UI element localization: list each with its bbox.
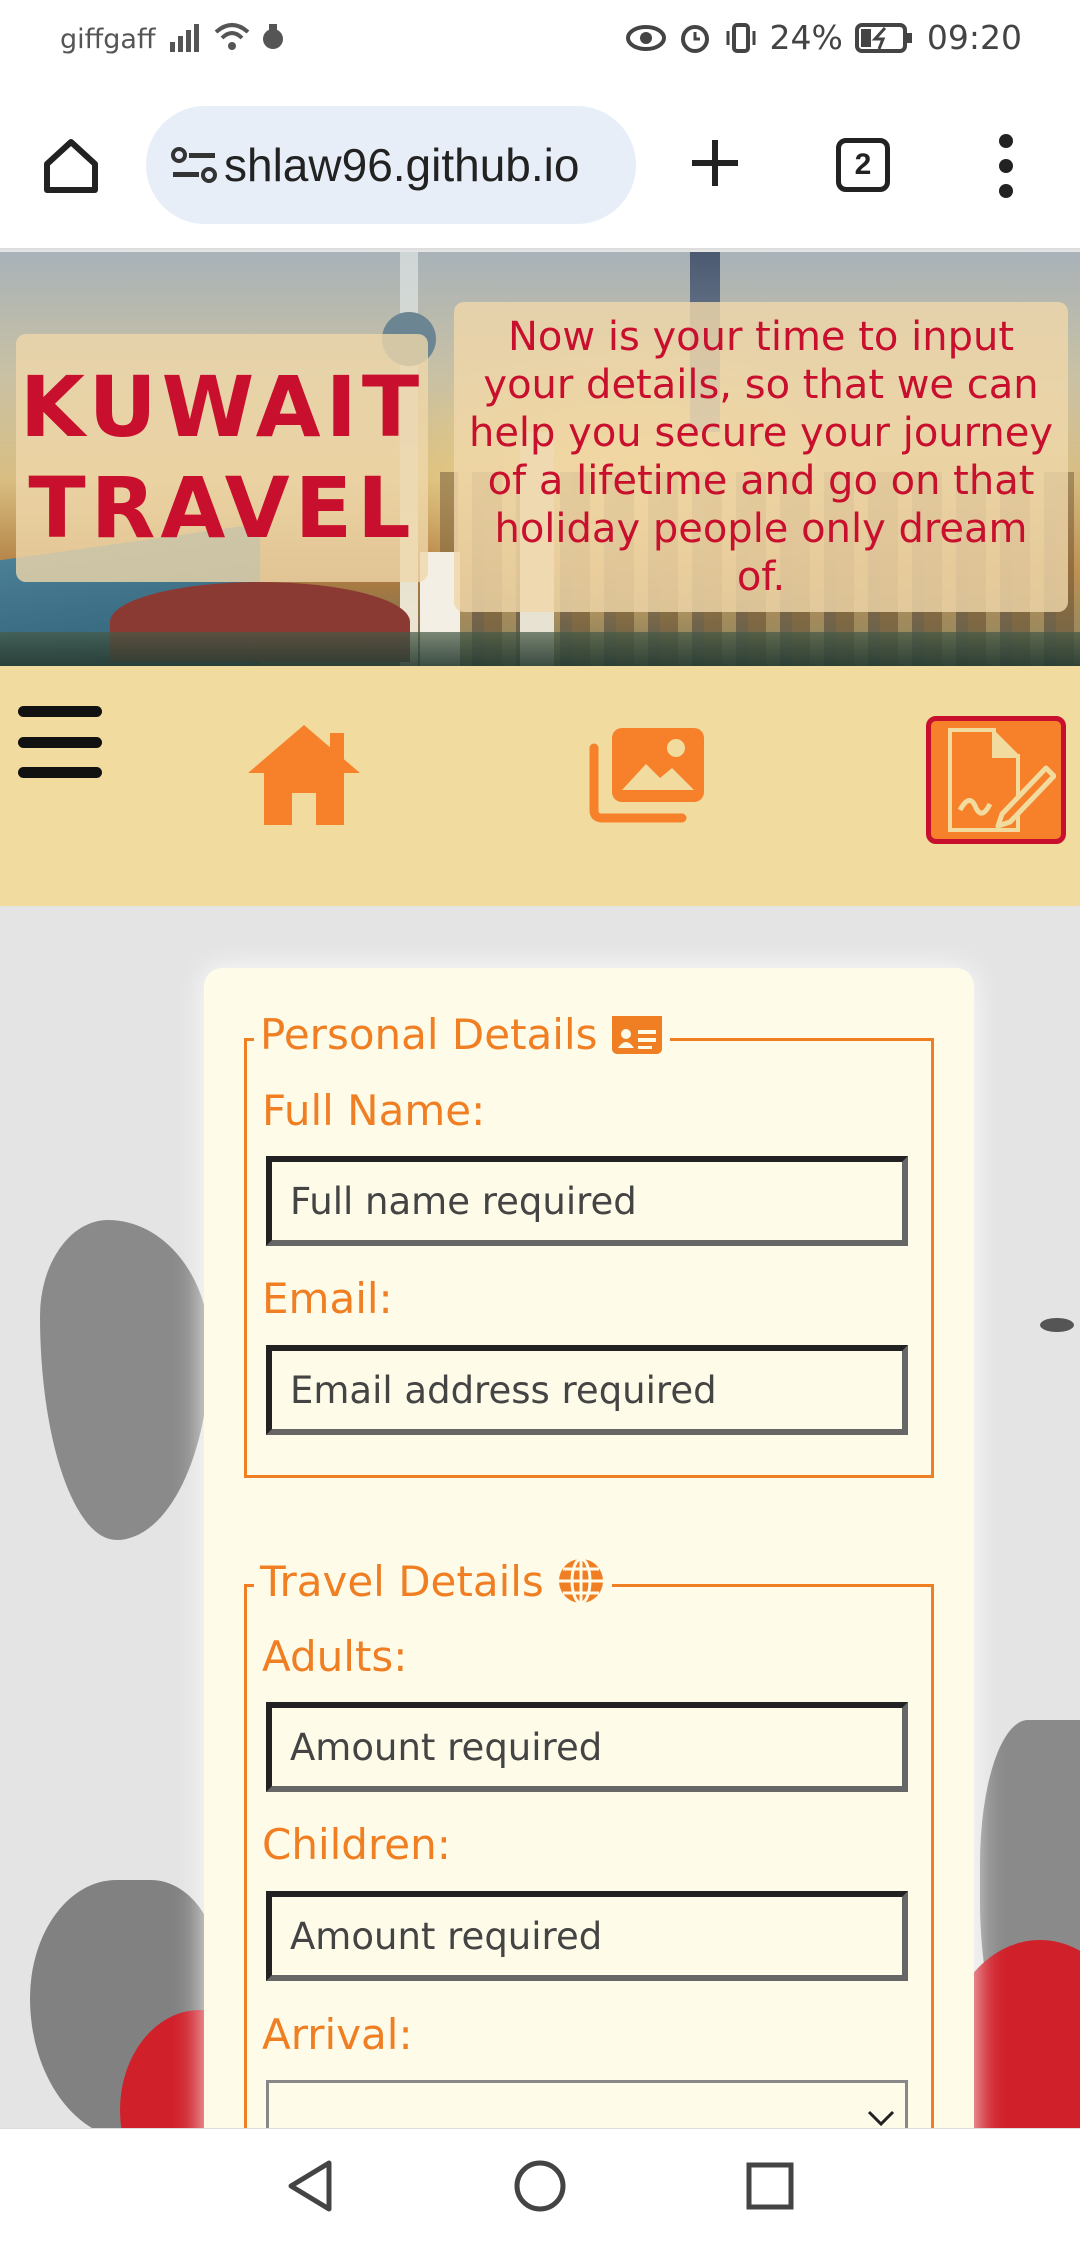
children-input[interactable]	[266, 1891, 908, 1981]
battery-icon	[854, 22, 912, 53]
site-settings-icon[interactable]	[168, 139, 220, 191]
browser-toolbar: shlaw96.github.io 2	[0, 82, 1080, 250]
new-tab-button[interactable]	[680, 128, 750, 198]
adults-label: Adults:	[262, 1632, 408, 1681]
system-back-button[interactable]	[280, 2156, 340, 2216]
travel-details-title: Travel Details	[260, 1556, 544, 1606]
nav-home-link[interactable]	[244, 720, 364, 828]
notification-icon	[263, 24, 283, 49]
signal-icon	[170, 24, 199, 52]
url-text: shlaw96.github.io	[224, 139, 580, 191]
clock: 09:20	[926, 18, 1022, 57]
browser-home-button[interactable]	[36, 130, 106, 200]
eye-icon	[625, 24, 666, 51]
gallery-icon	[589, 728, 704, 823]
full-name-input[interactable]	[266, 1156, 908, 1246]
chevron-down-icon	[867, 2110, 895, 2127]
system-home-button[interactable]	[510, 2156, 570, 2216]
wifi-icon	[214, 23, 250, 50]
site-title-line: KUWAIT	[19, 358, 425, 457]
nav-gallery-link[interactable]	[586, 724, 708, 824]
plus-icon	[692, 140, 738, 186]
browser-menu-button[interactable]	[986, 134, 1026, 198]
nav-form-link-active[interactable]	[926, 716, 1066, 844]
carrier-name: giffgaff	[60, 24, 156, 55]
adults-input[interactable]	[266, 1702, 908, 1792]
personal-details-title: Personal Details	[260, 1010, 598, 1059]
site-title: KUWAIT TRAVEL	[16, 334, 428, 582]
signature-document-icon	[948, 728, 1056, 832]
email-label: Email:	[262, 1274, 393, 1323]
battery-percent: 24%	[769, 18, 843, 57]
travel-details-legend: Travel Details	[254, 1556, 612, 1606]
signal-icons	[170, 22, 286, 52]
back-triangle-icon	[288, 2160, 332, 2212]
house-outline-icon	[44, 139, 98, 193]
home-icon	[248, 725, 360, 825]
intro-box: Now is your time to input your details, …	[454, 302, 1068, 612]
status-bar: giffgaff 24% 09:20	[0, 0, 1080, 82]
menu-dot	[999, 184, 1013, 198]
system-recents-button[interactable]	[740, 2156, 800, 2216]
menu-dot	[999, 134, 1013, 148]
children-label: Children:	[262, 1820, 451, 1869]
globe-icon	[558, 1557, 603, 1605]
menu-dot	[999, 159, 1013, 173]
hamburger-bar	[18, 706, 102, 717]
id-card-icon	[611, 1015, 662, 1054]
main-nav	[0, 666, 1080, 906]
arrival-label: Arrival:	[262, 2010, 413, 2059]
email-input[interactable]	[266, 1345, 908, 1435]
alarm-icon	[680, 24, 709, 53]
tab-switcher-button[interactable]: 2	[836, 138, 890, 192]
status-right: 24% 09:20	[625, 18, 1022, 57]
hamburger-menu-button[interactable]	[18, 706, 102, 778]
vibrate-icon	[726, 22, 756, 53]
hamburger-bar	[18, 736, 102, 748]
personal-details-legend: Personal Details	[254, 1010, 670, 1059]
recents-square-icon	[746, 2162, 794, 2210]
address-bar[interactable]: shlaw96.github.io	[146, 106, 636, 224]
intro-text: Now is your time to input your details, …	[468, 314, 1054, 600]
home-circle-icon	[514, 2160, 566, 2212]
site-title-line: TRAVEL	[28, 459, 416, 557]
hamburger-bar	[18, 767, 102, 778]
tab-count: 2	[854, 148, 872, 181]
full-name-label: Full Name:	[262, 1086, 486, 1135]
